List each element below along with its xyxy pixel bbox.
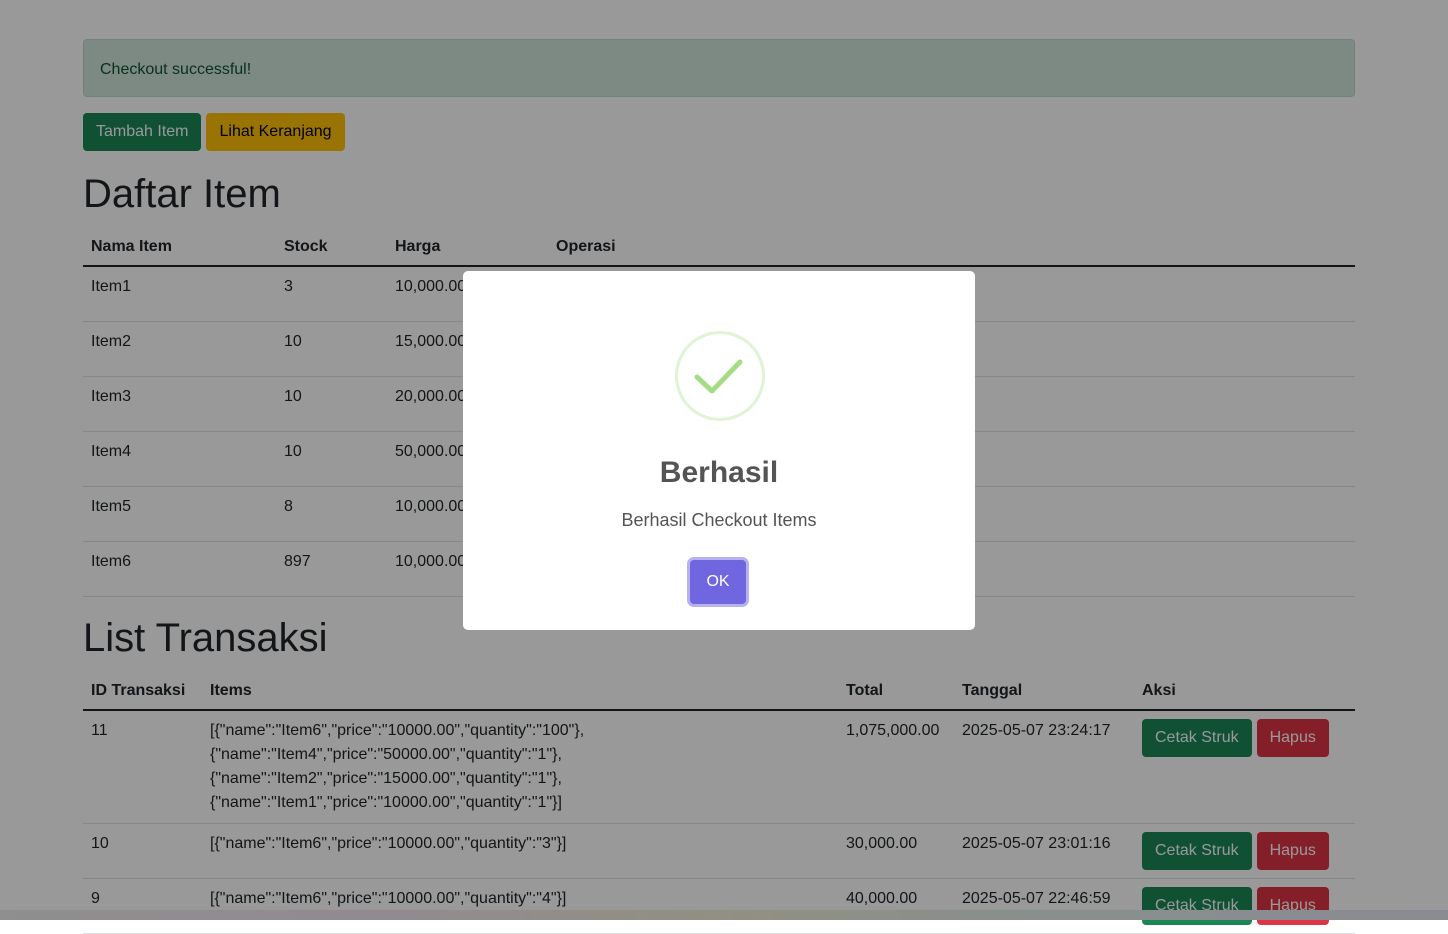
success-check-icon xyxy=(675,331,765,421)
check-mark-icon xyxy=(694,359,743,394)
ok-button[interactable]: OK xyxy=(690,560,746,604)
dialog-message: Berhasil Checkout Items xyxy=(621,510,817,530)
success-dialog: Berhasil Berhasil Checkout Items OK xyxy=(463,271,975,630)
dialog-title: Berhasil xyxy=(659,456,779,489)
